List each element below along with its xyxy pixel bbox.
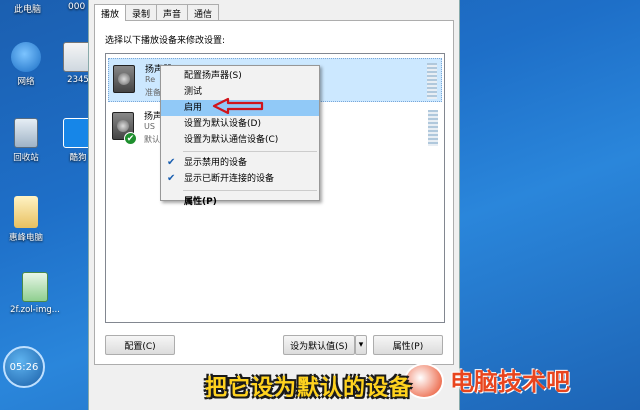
- menu-separator: [183, 151, 317, 152]
- clock-widget[interactable]: 05:26: [3, 346, 45, 388]
- watermark-text: 电脑技术吧: [450, 368, 570, 396]
- checkmark-icon: ✔: [167, 173, 176, 184]
- desktop-icon-label: 回收站: [13, 153, 39, 163]
- folder-icon: [14, 196, 38, 228]
- desktop-top-label-2: 000: [68, 2, 86, 12]
- red-arrow-icon: [212, 97, 264, 115]
- desktop-icon-label: 惠峰电脑: [8, 233, 43, 243]
- menu-item-set-default-comm-device[interactable]: 设置为默认通信设备(C): [161, 132, 319, 148]
- device-line1: US: [144, 122, 155, 131]
- configure-button[interactable]: 配置(C): [105, 335, 175, 355]
- menu-item-configure-speakers[interactable]: 配置扬声器(S): [161, 68, 319, 84]
- desktop-icon-label: 2345: [67, 75, 89, 85]
- menu-item-show-disconnected[interactable]: ✔ 显示已断开连接的设备: [161, 171, 319, 187]
- set-default-dropdown-button[interactable]: ▾: [355, 335, 367, 355]
- menu-item-show-disabled[interactable]: ✔ 显示禁用的设备: [161, 155, 319, 171]
- network-icon: [11, 42, 41, 72]
- default-check-icon: ✔: [124, 132, 137, 145]
- tab-sounds[interactable]: 声音: [156, 4, 189, 20]
- menu-item-label: 显示已断开连接的设备: [184, 174, 275, 184]
- device-line1: Re: [145, 75, 156, 84]
- instruction-text: 选择以下播放设备来修改设置:: [105, 36, 226, 46]
- device-status: 准备: [145, 88, 161, 97]
- tab-strip: 播放 录制 声音 通信: [94, 4, 220, 21]
- image-file-icon: [22, 272, 48, 302]
- desktop-icon-recycle-bin[interactable]: 回收站: [0, 118, 52, 163]
- desktop-icon-label: 酷狗: [69, 153, 87, 163]
- menu-item-set-default-device[interactable]: 设置为默认设备(D): [161, 116, 319, 132]
- tab-recording[interactable]: 录制: [125, 4, 158, 20]
- chevron-down-icon: ▾: [358, 340, 364, 350]
- menu-item-properties[interactable]: 属性(P): [161, 194, 319, 210]
- desktop-icon-network[interactable]: 网络: [0, 42, 52, 87]
- tab-playback[interactable]: 播放: [94, 4, 127, 21]
- volume-meter: [428, 110, 438, 146]
- tab-communications[interactable]: 通信: [187, 4, 220, 20]
- desktop-icon-image-file[interactable]: 2f.zol-img...: [0, 272, 70, 315]
- desktop-icon-label: 网络: [17, 77, 35, 87]
- video-subtitle: 把它设为默认的设备: [205, 376, 413, 401]
- clock-time: 05:26: [9, 361, 39, 373]
- desktop-icon-label: 2f.zol-img...: [10, 305, 60, 315]
- menu-separator: [183, 190, 317, 191]
- recycle-bin-icon: [14, 118, 38, 148]
- context-menu: 配置扬声器(S) 测试 启用 设置为默认设备(D) 设置为默认通信设备(C) ✔…: [160, 65, 320, 207]
- set-default-button[interactable]: 设为默认值(S): [283, 335, 355, 355]
- device-status: 默认: [144, 135, 160, 144]
- desktop-top-label-pc: 此电脑: [14, 5, 42, 15]
- volume-meter: [427, 63, 437, 99]
- menu-item-label: 显示禁用的设备: [184, 158, 248, 168]
- desktop-icon-folder[interactable]: 惠峰电脑: [0, 196, 52, 243]
- properties-button[interactable]: 属性(P): [373, 335, 443, 355]
- speaker-icon: [113, 65, 135, 93]
- checkmark-icon: ✔: [167, 157, 176, 168]
